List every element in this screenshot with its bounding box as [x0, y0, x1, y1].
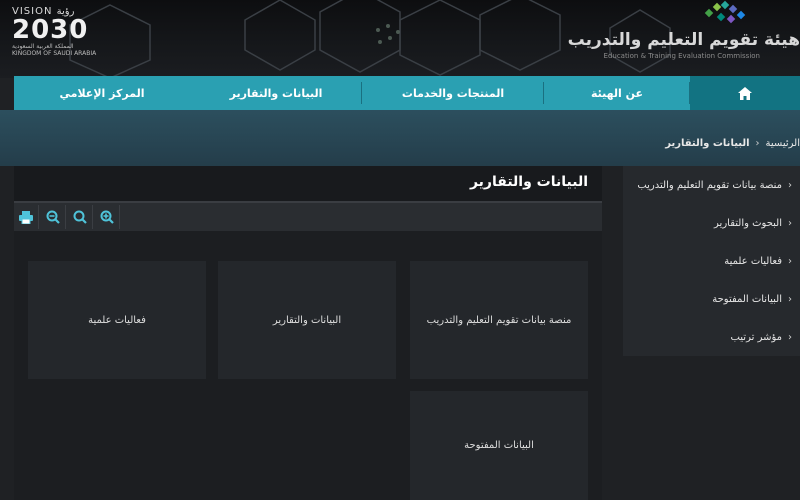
zoom-in-icon	[100, 210, 114, 224]
main-nav: عن الهيئة المنتجات والخدمات البيانات وال…	[14, 76, 800, 111]
breadcrumb: الرئيسية ‹ البيانات والتقارير	[665, 138, 800, 149]
chevron-left-icon: ‹	[788, 217, 792, 229]
sidebar-item-open-data[interactable]: ‹ البيانات المفتوحة	[623, 280, 800, 318]
zoom-out-icon	[46, 210, 60, 224]
sidebar-item-data-platform[interactable]: ‹ منصة بيانات تقويم التعليم والتدريب	[623, 166, 800, 204]
sidebar-item-label: فعاليات علمية	[724, 255, 782, 267]
sidebar-item-research-reports[interactable]: ‹ البحوث والتقارير	[623, 204, 800, 242]
breadcrumb-current: البيانات والتقارير	[665, 138, 750, 149]
nav-item-media-center[interactable]: المركز الإعلامي	[14, 76, 190, 110]
zoom-reset-button[interactable]	[68, 205, 93, 229]
print-icon	[19, 210, 33, 224]
panel-header: البيانات والتقارير	[14, 166, 602, 203]
tile-scientific-events[interactable]: فعاليات علمية	[28, 261, 206, 379]
sidebar-item-label: البحوث والتقارير	[714, 217, 782, 229]
page-title: البيانات والتقارير	[469, 174, 588, 190]
nav-item-products-services[interactable]: المنتجات والخدمات	[362, 76, 544, 110]
sidebar-item-label: البيانات المفتوحة	[712, 293, 782, 305]
breadcrumb-separator-icon: ‹	[755, 138, 760, 149]
tile-data-reports[interactable]: البيانات والتقارير	[218, 261, 396, 379]
vision-logo-sub-en: KINGDOM OF SAUDI ARABIA	[12, 50, 97, 57]
print-button[interactable]	[14, 205, 39, 229]
tile-open-data[interactable]: البيانات المفتوحة	[410, 391, 588, 500]
chevron-left-icon: ‹	[788, 293, 792, 305]
zoom-out-button[interactable]	[41, 205, 66, 229]
vision-logo-year: 2030	[12, 15, 89, 45]
organization-logo-icon[interactable]	[694, 0, 748, 30]
vision-2030-logo[interactable]: VISION رؤية 2030 المملكة العربية السعودي…	[12, 6, 102, 62]
toolbar	[14, 203, 602, 231]
sidebar-menu: ‹ منصة بيانات تقويم التعليم والتدريب ‹ الب…	[623, 166, 800, 356]
zoom-in-button[interactable]	[95, 205, 120, 229]
organization-subtitle: Education & Training Evaluation Commissi…	[603, 52, 760, 60]
chevron-left-icon: ‹	[788, 179, 792, 191]
tile-data-platform[interactable]: منصة بيانات تقويم التعليم والتدريب	[410, 261, 588, 379]
organization-name: هيئة تقويم التعليم والتدريب	[567, 30, 800, 50]
nav-item-about[interactable]: عن الهيئة	[544, 76, 690, 110]
vision-logo-sub-ar: المملكة العربية السعودية	[12, 43, 74, 50]
home-icon	[738, 86, 752, 100]
chevron-left-icon: ‹	[788, 255, 792, 267]
sidebar-item-ranking-index[interactable]: ‹ مؤشر ترتيب	[623, 318, 800, 356]
site-header: VISION رؤية 2030 المملكة العربية السعودي…	[0, 0, 800, 78]
chevron-left-icon: ‹	[788, 331, 792, 343]
sidebar-item-label: مؤشر ترتيب	[730, 331, 782, 343]
nav-item-data-reports[interactable]: البيانات والتقارير	[190, 76, 362, 110]
sidebar-item-label: منصة بيانات تقويم التعليم والتدريب	[637, 179, 782, 191]
tiles-grid: منصة بيانات تقويم التعليم والتدريب البيا…	[14, 231, 602, 500]
zoom-reset-icon	[73, 210, 87, 224]
nav-home-button[interactable]	[690, 76, 800, 110]
sidebar-item-scientific-events[interactable]: ‹ فعاليات علمية	[623, 242, 800, 280]
breadcrumb-home-link[interactable]: الرئيسية	[766, 138, 800, 149]
